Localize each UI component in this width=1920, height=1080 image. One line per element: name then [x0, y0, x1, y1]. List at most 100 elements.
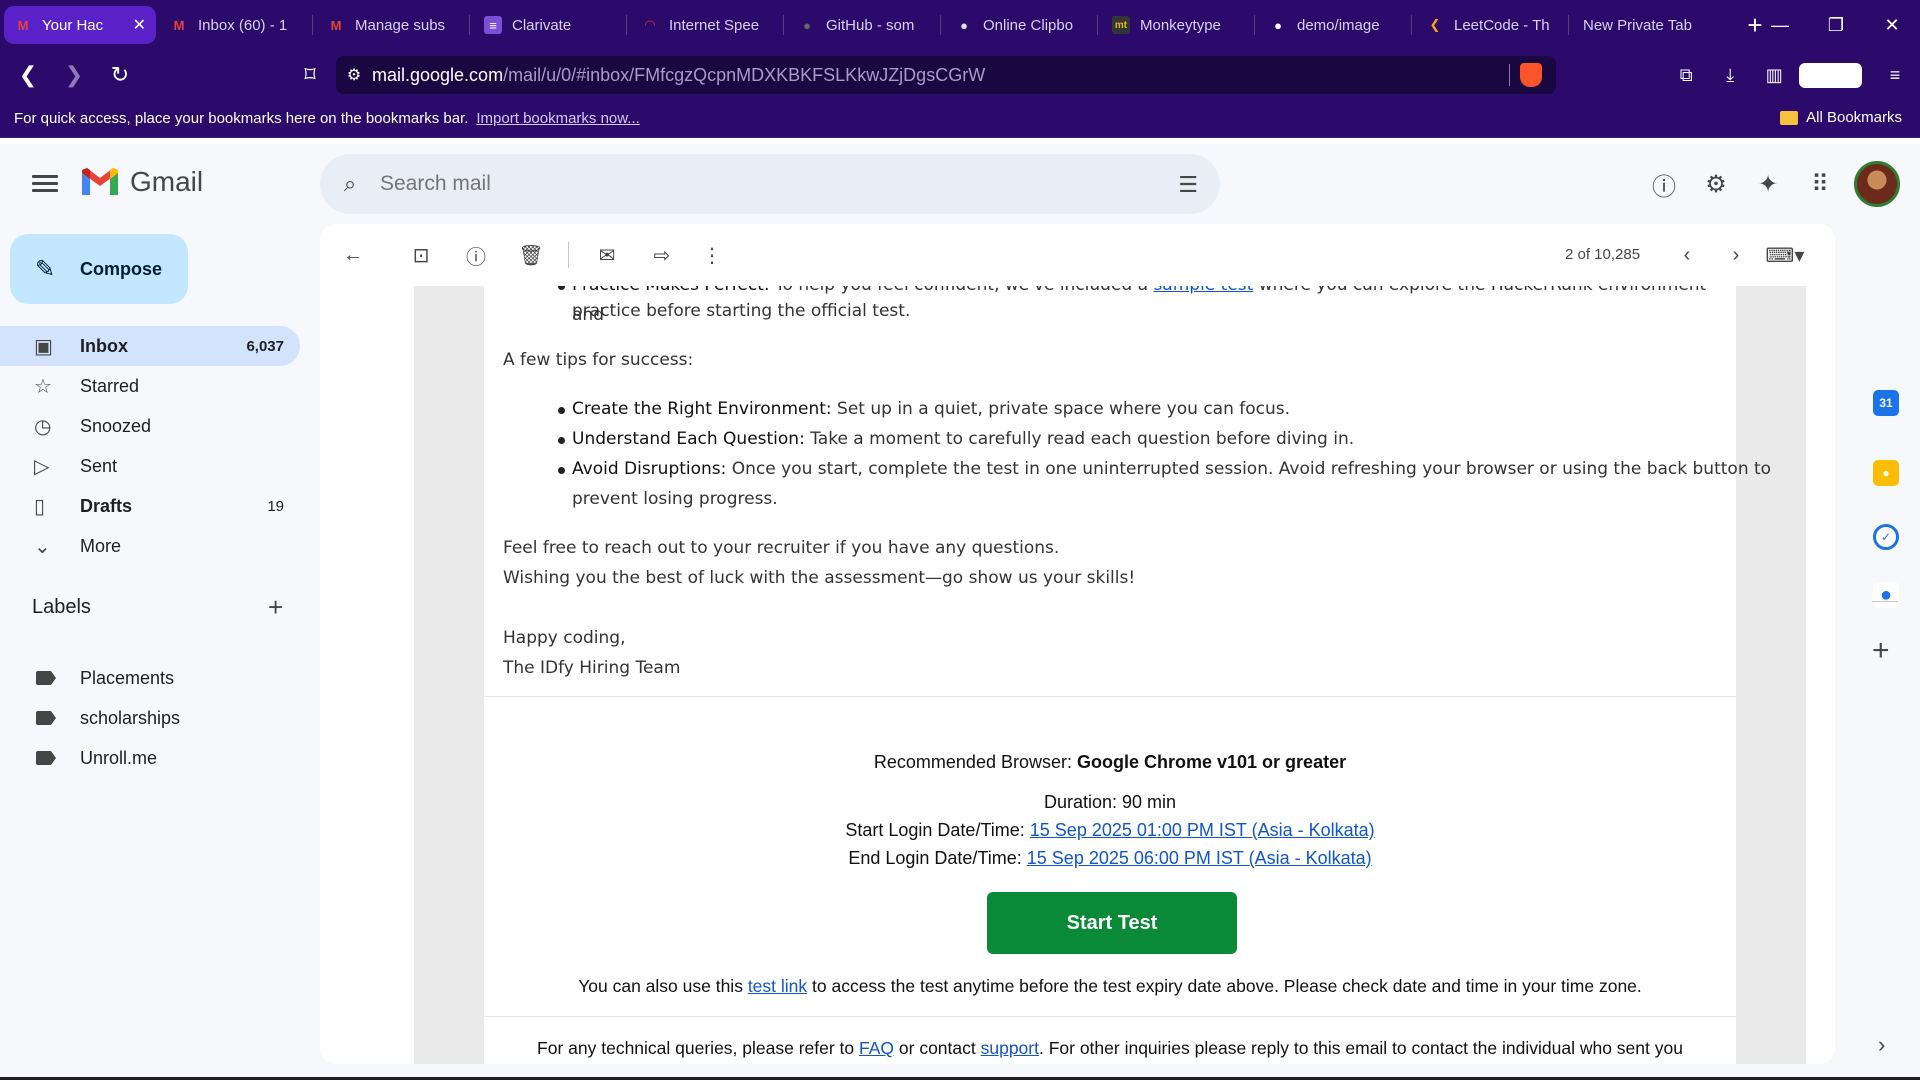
- email-toolbar: ← ⊡ ⓘ 🗑︎ ✉ ⇨ ⋮ 2 of 10,285 ‹ › ⌨▾: [320, 224, 1835, 286]
- tab-inbox[interactable]: M Inbox (60) - 1: [160, 6, 312, 44]
- report-spam-icon[interactable]: ⓘ: [461, 240, 491, 270]
- tip-title: Create the Right Environment:: [572, 399, 832, 419]
- site-info-icon[interactable]: ⚙: [336, 65, 372, 85]
- label-name: Unroll.me: [80, 747, 158, 768]
- add-label-icon[interactable]: +: [268, 592, 283, 623]
- close-tab-icon[interactable]: ✕: [133, 15, 146, 35]
- sample-test-link[interactable]: sample test: [1153, 286, 1253, 295]
- search-options-icon[interactable]: ☰: [1178, 172, 1198, 198]
- tab-leetcode[interactable]: ❮ LeetCode - Th: [1416, 6, 1568, 44]
- older-icon[interactable]: ›: [1721, 240, 1751, 270]
- search-icon[interactable]: ⌕: [320, 171, 380, 197]
- label-tag-icon: [36, 671, 56, 685]
- settings-gear-icon[interactable]: ⚙: [1690, 158, 1742, 210]
- support-link[interactable]: support: [981, 1038, 1039, 1058]
- github-icon: ●: [803, 17, 811, 33]
- tab-new-private[interactable]: New Private Tab: [1573, 6, 1725, 44]
- sidebar-item-snoozed[interactable]: ◷ Snoozed: [0, 406, 300, 446]
- tab-github[interactable]: ● GitHub - som: [788, 6, 940, 44]
- faq-link[interactable]: FAQ: [859, 1038, 894, 1058]
- sidebar-item-drafts[interactable]: ▯ Drafts 19: [0, 486, 300, 526]
- keep-icon[interactable]: ●: [1873, 460, 1899, 486]
- calendar-icon[interactable]: 31: [1873, 390, 1899, 416]
- tab-manage-subs[interactable]: M Manage subs: [317, 6, 469, 44]
- vpn-button[interactable]: ◗◗ 3: [1799, 62, 1862, 88]
- label-item-scholarships[interactable]: scholarships: [0, 698, 180, 738]
- gmail-logo[interactable]: Gmail: [80, 166, 203, 198]
- newer-icon[interactable]: ‹: [1672, 240, 1702, 270]
- reload-icon[interactable]: ↻: [102, 57, 138, 93]
- minimize-icon[interactable]: —: [1752, 0, 1808, 50]
- all-bookmarks-button[interactable]: All Bookmarks: [1780, 109, 1902, 126]
- compose-button[interactable]: ✎ Compose: [10, 234, 188, 304]
- contacts-icon[interactable]: ●: [1873, 582, 1899, 608]
- forward-icon[interactable]: ❯: [56, 57, 92, 93]
- label-item-unroll-me[interactable]: Unroll.me: [0, 738, 157, 778]
- monkeytype-icon: mt: [1112, 16, 1130, 34]
- search-input[interactable]: [380, 172, 1140, 196]
- delete-icon[interactable]: 🗑︎: [516, 240, 546, 270]
- move-to-icon[interactable]: ⇨: [647, 240, 677, 270]
- sidebar-toggle-icon[interactable]: ▥: [1755, 65, 1793, 86]
- avatar[interactable]: [1854, 161, 1900, 207]
- sidebar-item-inbox[interactable]: ▣ Inbox 6,037: [0, 326, 300, 366]
- gemini-sparkle-icon[interactable]: ✦: [1742, 158, 1794, 210]
- tab-demo-image[interactable]: ● demo/image: [1259, 6, 1411, 44]
- bookmarks-hint: For quick access, place your bookmarks h…: [14, 110, 469, 127]
- sidebar-item-sent[interactable]: ▷ Sent: [0, 446, 300, 486]
- sidebar-item-more[interactable]: ⌄ More: [0, 526, 300, 566]
- chevron-down-icon: ⌄: [34, 535, 51, 558]
- label-item-placements[interactable]: Placements: [0, 658, 174, 698]
- footer-text: . For other inquiries please reply to th…: [1038, 1038, 1683, 1058]
- tab-clarivate[interactable]: ≡ Clarivate: [474, 6, 626, 44]
- maximize-icon[interactable]: ❐: [1808, 0, 1864, 50]
- archive-icon[interactable]: ⊡: [406, 240, 436, 270]
- import-bookmarks-link[interactable]: Import bookmarks now...: [476, 110, 639, 127]
- mark-unread-icon[interactable]: ✉: [592, 240, 622, 270]
- bookmark-icon[interactable]: ⌑: [292, 57, 328, 93]
- sidebar-nav: ▣ Inbox 6,037 ☆ Starred ◷ Snoozed ▷ Sent…: [0, 326, 300, 566]
- get-addons-icon[interactable]: +: [1872, 634, 1890, 668]
- tab-monkeytype[interactable]: mt Monkeytype: [1102, 6, 1254, 44]
- start-test-button[interactable]: Start Test: [987, 892, 1237, 954]
- tip-practice-line2: practice before starting the official te…: [572, 301, 911, 321]
- tab-separator: [1568, 15, 1569, 35]
- window-controls: — ❐ ✕: [1752, 0, 1920, 50]
- menu-icon[interactable]: ≡: [1876, 65, 1914, 86]
- sidebar-item-starred[interactable]: ☆ Starred: [0, 366, 300, 406]
- side-panel-divider: [1872, 601, 1898, 602]
- clipboard-icon: ●: [960, 17, 968, 33]
- apps-grid-icon[interactable]: ⠿: [1794, 158, 1846, 210]
- screenshot-icon[interactable]: ⧉: [1667, 65, 1705, 86]
- draft-count: 19: [267, 497, 284, 515]
- tasks-icon[interactable]: ✓: [1873, 524, 1899, 550]
- back-to-inbox-icon[interactable]: ←: [338, 240, 368, 270]
- tab-separator: [1411, 15, 1412, 35]
- tab-online-clipboard[interactable]: ● Online Clipbo: [945, 6, 1097, 44]
- close-window-icon[interactable]: ✕: [1864, 0, 1920, 50]
- speedtest-icon: ◠: [645, 17, 655, 32]
- sidebar-item-label: Inbox: [80, 335, 128, 356]
- expand-panel-icon[interactable]: ›: [1878, 1032, 1885, 1058]
- tab-your-hackerrank[interactable]: M Your Hac ✕: [4, 6, 156, 44]
- tip-disruptions: Avoid Disruptions: Once you start, compl…: [572, 454, 1771, 484]
- brave-shields-icon[interactable]: [1520, 63, 1542, 87]
- start-time-link[interactable]: 15 Sep 2025 01:00 PM IST (Asia - Kolkata…: [1030, 820, 1375, 840]
- input-tools-icon[interactable]: ⌨▾: [1760, 240, 1810, 270]
- tip-title: Avoid Disruptions:: [572, 459, 727, 479]
- tab-internet-speed[interactable]: ◠ Internet Spee: [631, 6, 783, 44]
- search-bar[interactable]: ⌕ ☰: [320, 154, 1220, 214]
- main-menu-icon[interactable]: [28, 172, 62, 196]
- browser-tab-strip: M Your Hac ✕ M Inbox (60) - 1 M Manage s…: [0, 0, 1920, 50]
- download-icon[interactable]: ⤓: [1711, 65, 1749, 86]
- help-icon[interactable]: ⓘ: [1638, 158, 1690, 210]
- email-body: Practice Makes Perfect: To help you feel…: [484, 286, 1771, 1064]
- more-options-icon[interactable]: ⋮: [697, 240, 727, 270]
- bookmarks-bar: For quick access, place your bookmarks h…: [0, 100, 1920, 138]
- browser-value: Google Chrome v101 or greater: [1077, 752, 1347, 772]
- back-icon[interactable]: ❮: [10, 57, 46, 93]
- tip-disruptions-line2: prevent losing progress.: [572, 489, 778, 509]
- address-bar[interactable]: ⚙ mail.google.com/mail/u/0/#inbox/FMfcgz…: [336, 56, 1556, 94]
- end-time-link[interactable]: 15 Sep 2025 06:00 PM IST (Asia - Kolkata…: [1027, 848, 1372, 868]
- test-link[interactable]: test link: [748, 976, 807, 996]
